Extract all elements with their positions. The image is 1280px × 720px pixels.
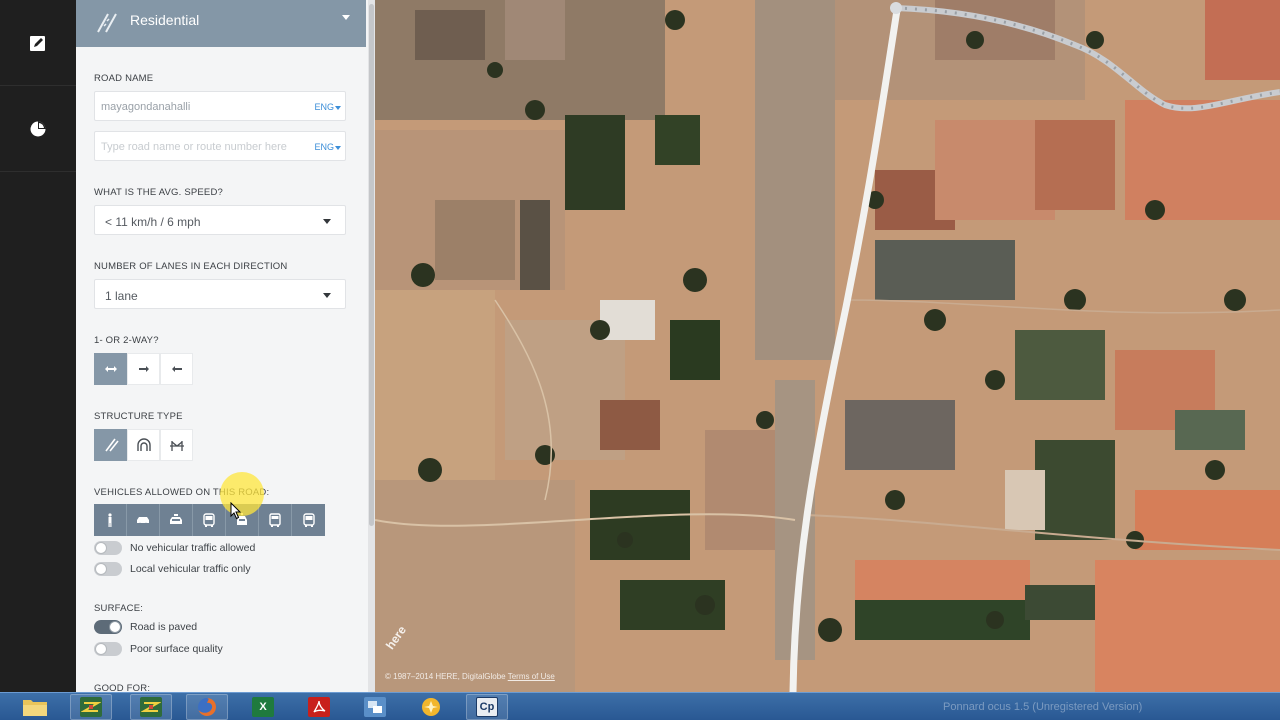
no-vehicular-label: No vehicular traffic allowed [130,542,256,554]
chevron-down-icon [323,293,331,298]
edit-icon [30,35,45,51]
road-name-value: mayagondanahalli [101,101,191,113]
structure-road-button[interactable] [94,429,127,461]
two-way-arrow-icon [104,366,117,372]
structure-button-group [94,429,193,461]
lanes-label: NUMBER OF LANES IN EACH DIRECTION [94,261,288,272]
structure-label: STRUCTURE TYPE [94,411,183,422]
good-for-label: GOOD FOR: [94,683,151,692]
chevron-down-icon [323,219,331,224]
paved-label: Road is paved [130,621,198,633]
road-name-language-select[interactable]: ENG [314,102,341,112]
taskbar-captivate[interactable]: Cp [466,694,508,720]
network-app-icon [364,697,386,717]
bridge-icon [169,441,184,451]
acrobat-icon [308,697,330,717]
vehicle-bus-button[interactable] [193,504,226,536]
vehicle-taxi-button[interactable] [160,504,193,536]
bus-icon [203,513,215,527]
local-only-toggle[interactable] [94,562,122,576]
taskbar-window-title: Ponnard ocus 1.5 (Unregistered Version) [943,701,1143,713]
mouse-cursor-icon [230,502,242,520]
edit-mode-button[interactable] [0,0,76,86]
local-only-label: Local vehicular traffic only [130,563,251,575]
panel-scrollbar[interactable] [368,0,375,692]
taskbar-firefox[interactable] [186,694,228,720]
taskbar-network-app[interactable] [354,694,396,720]
taskbar-excel[interactable]: X [242,694,284,720]
no-vehicular-toggle[interactable] [94,541,122,555]
paved-row: Road is paved [94,619,197,635]
firefox-icon [198,698,216,716]
alt-road-name-input[interactable]: Type road name or route number here ENG [94,131,346,161]
surface-label: SURFACE: [94,603,144,614]
local-only-row: Local vehicular traffic only [94,561,251,577]
road-category-label: Residential [130,12,200,28]
chevron-down-icon [335,105,341,110]
poor-surface-toggle[interactable] [94,642,122,656]
taskbar-acrobat[interactable] [298,694,340,720]
taskbar-media-app[interactable] [410,694,452,720]
road-editor-panel: Residential ROAD NAME mayagondanahalli E… [76,0,368,692]
scrollbar-thumb[interactable] [369,4,374,526]
taskbar-app-green-2[interactable] [130,694,172,720]
pie-chart-icon [30,121,46,136]
taskbar-app-green-1[interactable] [70,694,112,720]
paved-toggle[interactable] [94,620,122,634]
vehicle-pedestrian-button[interactable] [94,504,127,536]
delivery-van-icon [302,513,315,527]
lanes-select[interactable]: 1 lane [94,279,346,309]
terms-of-use-link[interactable]: Terms of Use [508,672,555,681]
one-way-backward-button[interactable] [160,353,193,385]
car-icon [137,517,149,526]
alt-road-name-placeholder: Type road name or route number here [101,141,287,153]
road-icon [104,438,119,452]
direction-label: 1- OR 2-WAY? [94,335,159,346]
road-name-input[interactable]: mayagondanahalli ENG [94,91,346,121]
taskbar-file-explorer[interactable] [14,694,56,720]
excel-icon: X [252,697,274,717]
one-way-forward-button[interactable] [127,353,160,385]
vehicle-car-button[interactable] [127,504,160,536]
taskbar: X Cp Ponnard ocus 1.5 (Unregistered Vers… [0,692,1280,720]
road-category-dropdown[interactable]: Residential [76,0,366,47]
captivate-icon: Cp [476,697,498,717]
alt-road-name-language-select[interactable]: ENG [314,142,341,152]
chevron-down-icon [335,145,341,150]
app-green-icon [140,697,162,717]
speed-select[interactable]: < 11 km/h / 6 mph [94,205,346,235]
folder-icon [23,700,47,716]
pedestrian-icon [108,513,112,527]
tunnel-icon [136,438,151,451]
speed-value: < 11 km/h / 6 mph [105,215,201,229]
no-vehicular-row: No vehicular traffic allowed [94,540,255,556]
map-copyright: © 1987–2014 HERE, DigitalGlobe Terms of … [385,672,555,681]
structure-bridge-button[interactable] [160,429,193,461]
cursor-highlight [220,472,264,516]
lanes-value: 1 lane [105,289,138,303]
road-name-label: ROAD NAME [94,73,154,84]
satellite-imagery [375,0,1280,692]
media-app-icon [422,698,440,716]
taxi-icon [170,514,182,524]
vehicle-delivery-button[interactable] [292,504,325,536]
structure-tunnel-button[interactable] [127,429,160,461]
speed-label: WHAT IS THE AVG. SPEED? [94,187,224,198]
direction-button-group [94,353,193,385]
left-rail [0,0,76,692]
vehicle-truck-button[interactable] [259,504,292,536]
satellite-map[interactable]: here © 1987–2014 HERE, DigitalGlobe Term… [375,0,1280,692]
arrow-left-icon [171,366,182,372]
road-icon [97,13,117,33]
arrow-right-icon [138,366,149,372]
poor-surface-label: Poor surface quality [130,643,223,655]
two-way-button[interactable] [94,353,127,385]
app-green-icon [80,697,102,717]
poor-surface-row: Poor surface quality [94,641,223,657]
app-window: Residential ROAD NAME mayagondanahalli E… [0,0,1280,720]
truck-icon [269,513,281,527]
vehicles-button-group [94,504,325,536]
stats-button[interactable] [0,86,76,172]
chevron-down-icon [342,15,350,20]
